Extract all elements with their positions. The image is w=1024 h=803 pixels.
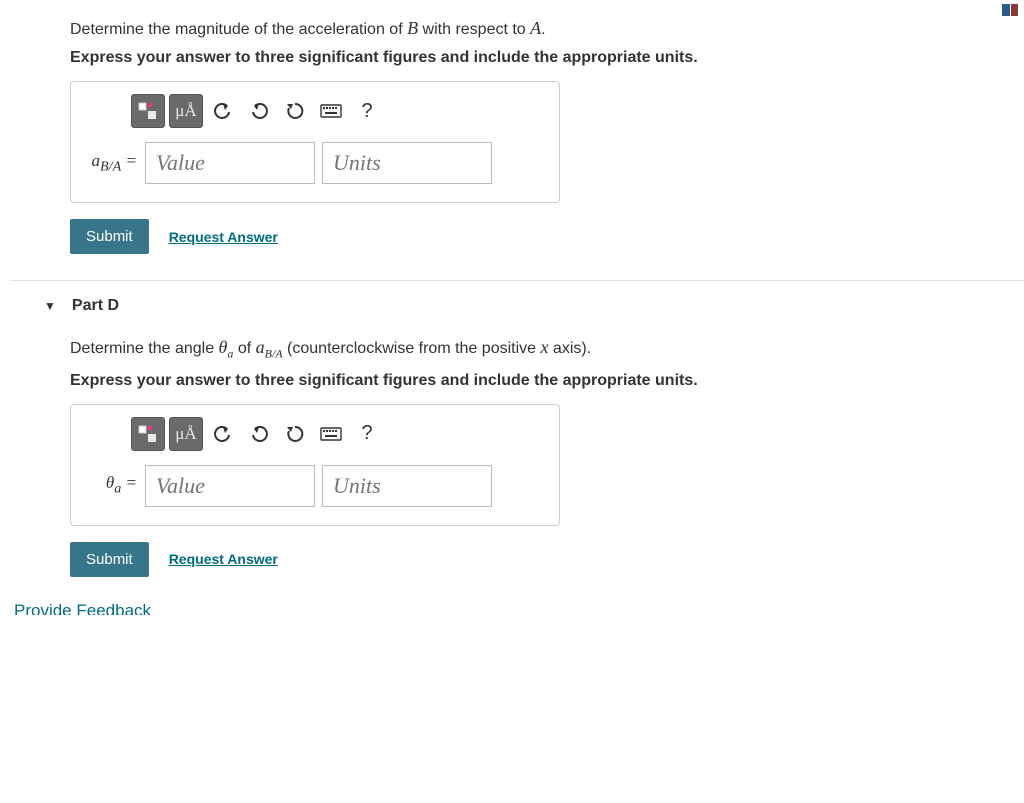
units-icon[interactable]: μÅ: [169, 94, 203, 128]
part-d-body: Determine the angle θa of aB/A (counterc…: [10, 319, 1024, 595]
answer-row: aB/A =: [85, 142, 545, 184]
part-d-instruction: Express your answer to three significant…: [70, 372, 964, 390]
request-answer-link[interactable]: Request Answer: [169, 229, 278, 245]
answer-label: θa =: [85, 473, 137, 497]
toolbar: μÅ ?: [131, 417, 545, 451]
template-icon[interactable]: [131, 94, 165, 128]
text: .: [541, 21, 545, 38]
answer-box: μÅ ? θa =: [70, 404, 560, 526]
text: (counterclockwise from the positive: [283, 340, 541, 357]
answer-box: μÅ ? aB/A =: [70, 81, 560, 203]
symbol-a: aB/A: [256, 337, 283, 357]
window-corner-icon: [1002, 4, 1018, 16]
part-c-prompt: Determine the magnitude of the accelerat…: [70, 18, 964, 39]
chevron-down-icon: ▼: [44, 299, 56, 313]
submit-button[interactable]: Submit: [70, 542, 149, 577]
text: with respect to: [418, 21, 530, 38]
units-input[interactable]: [322, 142, 492, 184]
text: Determine the magnitude of the accelerat…: [70, 21, 407, 38]
redo-icon[interactable]: [243, 417, 275, 451]
units-input[interactable]: [322, 465, 492, 507]
request-answer-link[interactable]: Request Answer: [169, 551, 278, 567]
symbol-theta: θa: [219, 337, 234, 357]
answer-row: θa =: [85, 465, 545, 507]
help-icon[interactable]: ?: [351, 94, 383, 128]
keyboard-icon[interactable]: [315, 417, 347, 451]
provide-feedback-link[interactable]: Provide Feedback: [10, 595, 1024, 615]
submit-row: Submit Request Answer: [70, 219, 964, 254]
toolbar: μÅ ?: [131, 94, 545, 128]
symbol-B: B: [407, 18, 418, 38]
reset-icon[interactable]: [279, 94, 311, 128]
part-d-header[interactable]: ▼ Part D: [10, 280, 1024, 319]
undo-icon[interactable]: [207, 94, 239, 128]
part-c-body: Determine the magnitude of the accelerat…: [10, 0, 1024, 272]
part-c-instruction: Express your answer to three significant…: [70, 49, 964, 67]
submit-button[interactable]: Submit: [70, 219, 149, 254]
symbol-A: A: [530, 18, 541, 38]
template-icon[interactable]: [131, 417, 165, 451]
help-icon[interactable]: ?: [351, 417, 383, 451]
text: axis).: [548, 340, 591, 357]
redo-icon[interactable]: [243, 94, 275, 128]
part-d-title: Part D: [72, 297, 119, 315]
reset-icon[interactable]: [279, 417, 311, 451]
answer-label: aB/A =: [85, 151, 137, 175]
value-input[interactable]: [145, 142, 315, 184]
part-d-prompt: Determine the angle θa of aB/A (counterc…: [70, 337, 964, 362]
keyboard-icon[interactable]: [315, 94, 347, 128]
text: of: [233, 340, 255, 357]
text: Determine the angle: [70, 340, 219, 357]
units-icon[interactable]: μÅ: [169, 417, 203, 451]
undo-icon[interactable]: [207, 417, 239, 451]
submit-row: Submit Request Answer: [70, 542, 964, 577]
value-input[interactable]: [145, 465, 315, 507]
